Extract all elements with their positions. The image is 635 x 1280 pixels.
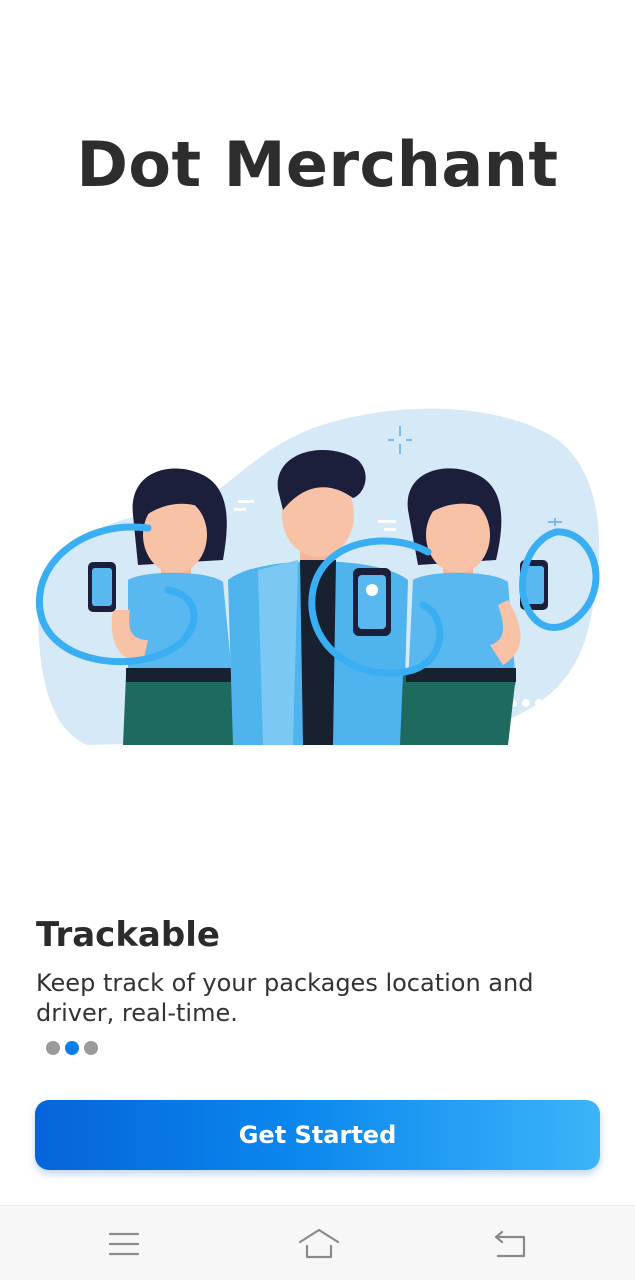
menu-icon[interactable] xyxy=(104,1226,144,1262)
home-icon[interactable] xyxy=(297,1226,340,1262)
page-indicator-dot xyxy=(84,1041,98,1055)
onboarding-illustration xyxy=(28,400,608,760)
slide-title: Trackable xyxy=(36,915,220,955)
page-indicator-dot-active xyxy=(65,1041,79,1055)
system-navigation-bar xyxy=(0,1205,635,1280)
back-icon[interactable] xyxy=(490,1226,530,1262)
slide-description: Keep track of your packages location and… xyxy=(36,969,534,1027)
app-title: Dot Merchant xyxy=(76,128,559,201)
get-started-button[interactable]: Get Started xyxy=(35,1100,600,1170)
page-indicator-dot xyxy=(46,1041,60,1055)
page-indicator xyxy=(46,1041,98,1055)
